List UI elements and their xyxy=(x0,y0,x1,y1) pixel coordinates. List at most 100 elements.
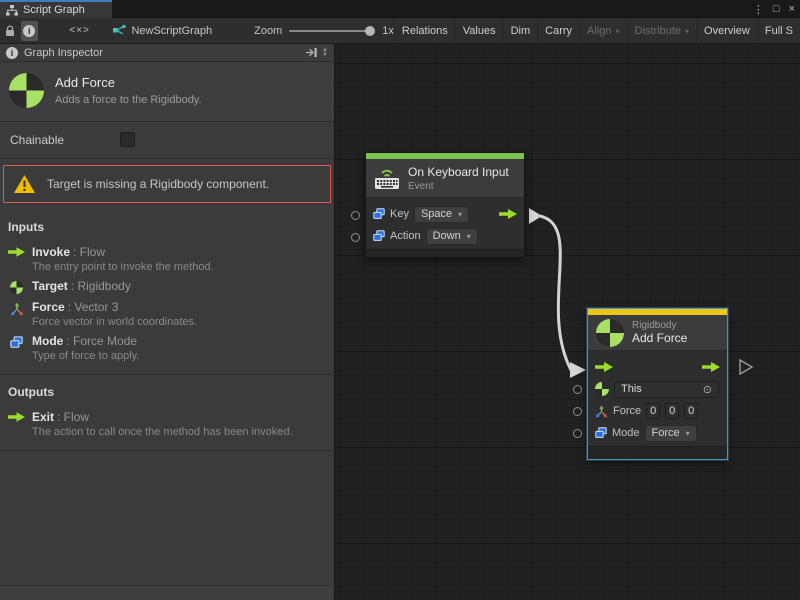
rigidbody-icon xyxy=(10,281,23,294)
port-force[interactable] xyxy=(573,407,582,416)
inspector-toggle-button[interactable]: i xyxy=(21,21,38,41)
graph-hierarchy-icon xyxy=(6,5,18,16)
graph-inspector-panel: i Graph Inspector ▲ ▼ Add Force Adds a f… xyxy=(0,44,335,600)
close-icon[interactable]: × xyxy=(789,3,795,15)
dim-toggle[interactable]: Dim xyxy=(503,18,538,44)
chevron-down-icon: ▾ xyxy=(467,232,471,241)
pin-description: The entry point to invoke the method. xyxy=(32,261,214,273)
force-z-input[interactable]: 0 xyxy=(684,403,698,419)
zoom-slider[interactable] xyxy=(289,30,375,32)
pin-type: : Rigidbody xyxy=(71,279,131,293)
node-body: Key Space ▾ Action Down ▾ xyxy=(366,198,524,249)
mode-dropdown[interactable]: Force ▾ xyxy=(645,425,697,442)
flow-output-port[interactable] xyxy=(499,209,517,219)
mode-value: Force xyxy=(652,427,680,439)
input-pin-target: Target: Rigidbody xyxy=(0,277,334,298)
fullscreen-button[interactable]: Full S xyxy=(757,18,800,44)
node-body: This ⊙ Force 0 0 0 Mod xyxy=(588,351,727,446)
chainable-checkbox[interactable] xyxy=(120,132,135,147)
graph-name: NewScriptGraph xyxy=(131,25,212,37)
flow-arrow-icon xyxy=(8,412,25,422)
edit-source-button[interactable]: <×> xyxy=(68,21,92,41)
input-pin-invoke: Invoke: Flow The entry point to invoke t… xyxy=(0,243,334,277)
object-picker-icon[interactable]: ⊙ xyxy=(703,383,712,396)
connection-wire[interactable] xyxy=(540,216,571,370)
graph-canvas[interactable]: On Keyboard Input Event Key Space ▾ xyxy=(335,44,800,600)
zoom-slider-knob[interactable] xyxy=(365,26,375,36)
target-value: This xyxy=(621,383,642,395)
force-y-input[interactable]: 0 xyxy=(665,403,679,419)
pin-type: : Vector 3 xyxy=(68,300,119,314)
info-icon: i xyxy=(23,25,35,37)
distribute-label: Distribute xyxy=(635,25,681,37)
keyboard-icon xyxy=(374,167,400,190)
align-menu: Align▾ xyxy=(579,18,626,44)
title-bar: Script Graph ⋮ □ × xyxy=(0,0,800,18)
kebab-menu-icon[interactable]: ⋮ xyxy=(753,3,764,16)
chevron-down-icon: ▼ xyxy=(322,53,328,58)
node-title: Add Force xyxy=(632,331,687,345)
zoom-label: Zoom xyxy=(254,25,282,37)
panel-scrubber[interactable]: ▲ ▼ xyxy=(322,48,328,58)
wire-source-arrow xyxy=(529,208,542,224)
inspector-horizontal-scrollbar[interactable] xyxy=(0,585,334,600)
node-header[interactable]: Rigidbody Add Force xyxy=(588,315,727,351)
input-pin-force: Force: Vector 3 Force vector in world co… xyxy=(0,298,334,332)
script-graph-asset-icon xyxy=(113,25,126,36)
tab-script-graph[interactable]: Script Graph xyxy=(0,0,112,18)
info-icon: i xyxy=(6,47,18,59)
dock-panel-icon[interactable] xyxy=(305,47,318,58)
lock-icon xyxy=(5,25,15,37)
graph-reference[interactable]: NewScriptGraph xyxy=(113,25,212,37)
pin-name: Force xyxy=(32,300,65,314)
relations-toggle[interactable]: Relations xyxy=(394,18,455,44)
force-label: Force xyxy=(613,405,641,417)
chevron-down-icon: ▾ xyxy=(616,27,620,36)
flow-arrow-icon xyxy=(8,247,25,257)
chevron-down-icon: ▾ xyxy=(686,429,690,438)
pin-name: Exit xyxy=(32,410,54,424)
enum-icon xyxy=(10,336,23,349)
pin-type: : Flow xyxy=(73,245,105,259)
force-x-input[interactable]: 0 xyxy=(646,403,660,419)
unity-script-graph-window: { "window": { "tab_title": "Script Graph… xyxy=(0,0,800,600)
target-object-field[interactable]: This ⊙ xyxy=(614,381,719,398)
node-subtitle: Event xyxy=(408,181,509,192)
port-mode[interactable] xyxy=(573,429,582,438)
port-key[interactable] xyxy=(351,211,360,220)
node-footer xyxy=(366,249,524,257)
unit-title: Add Force xyxy=(55,75,202,90)
enum-icon xyxy=(373,230,385,242)
zoom-control: Zoom 1x xyxy=(254,25,394,37)
port-target[interactable] xyxy=(573,385,582,394)
pin-description: Force vector in world coordinates. xyxy=(32,316,197,328)
pin-description: The action to call once the method has b… xyxy=(32,426,293,438)
values-toggle[interactable]: Values xyxy=(455,18,503,44)
node-header[interactable]: On Keyboard Input Event xyxy=(366,159,524,198)
key-label: Key xyxy=(390,208,409,220)
key-row: Key Space ▾ xyxy=(366,203,524,225)
port-action[interactable] xyxy=(351,233,360,242)
output-pin-exit: Exit: Flow The action to call once the m… xyxy=(0,408,334,442)
warning-banner: Target is missing a Rigidbody component. xyxy=(3,165,331,203)
graph-toolbar: i <×> NewScriptGraph Zoom 1x Relations V… xyxy=(0,18,800,44)
target-row: This ⊙ xyxy=(588,378,727,400)
chainable-label: Chainable xyxy=(10,133,64,147)
node-supertitle: Rigidbody xyxy=(632,320,687,331)
lock-button[interactable] xyxy=(2,21,19,41)
flow-input-port[interactable] xyxy=(595,362,613,372)
node-on-keyboard-input[interactable]: On Keyboard Input Event Key Space ▾ xyxy=(365,152,525,258)
node-add-force[interactable]: Rigidbody Add Force This ⊙ xyxy=(587,308,728,460)
overview-button[interactable]: Overview xyxy=(696,18,757,44)
flow-output-port[interactable] xyxy=(702,362,720,372)
pin-name: Mode xyxy=(32,334,63,348)
action-dropdown[interactable]: Down ▾ xyxy=(426,228,478,245)
carry-toggle[interactable]: Carry xyxy=(537,18,579,44)
maximize-icon[interactable]: □ xyxy=(773,3,780,15)
mode-row: Mode Force ▾ xyxy=(588,422,727,444)
key-dropdown[interactable]: Space ▾ xyxy=(414,206,469,223)
pin-name: Invoke xyxy=(32,245,70,259)
chevron-down-icon: ▾ xyxy=(458,210,462,219)
enum-icon xyxy=(373,208,385,220)
window-controls: ⋮ □ × xyxy=(753,0,795,18)
